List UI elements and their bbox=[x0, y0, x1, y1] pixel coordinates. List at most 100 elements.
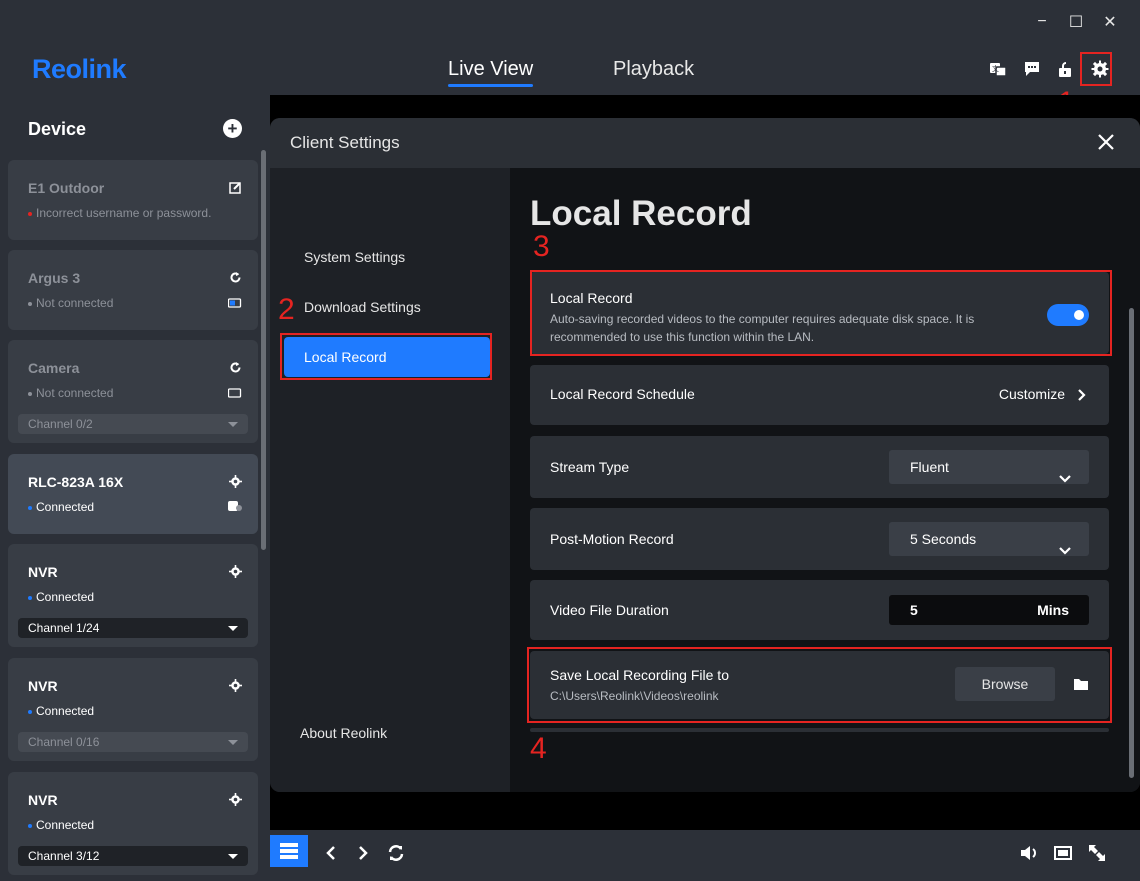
annotation-number-4: 4 bbox=[530, 732, 547, 765]
annotation-number-3: 3 bbox=[533, 230, 550, 263]
battery-icon bbox=[227, 385, 242, 398]
content-title: Local Record bbox=[530, 194, 752, 233]
layout-list-icon[interactable] bbox=[270, 835, 308, 867]
channel-select[interactable]: Channel 0/2 bbox=[18, 414, 248, 434]
nav-about-reolink[interactable]: About Reolink bbox=[280, 713, 486, 753]
gear-icon[interactable] bbox=[228, 678, 242, 692]
nav-system-settings[interactable]: System Settings bbox=[284, 237, 490, 277]
status-dot-icon bbox=[28, 391, 32, 396]
refresh-icon[interactable] bbox=[228, 270, 242, 284]
device-status: Not connected bbox=[28, 386, 113, 400]
next-icon[interactable] bbox=[350, 840, 376, 866]
device-card-argus-3[interactable]: Argus 3 Not connected bbox=[8, 250, 258, 330]
post-motion-label: Post-Motion Record bbox=[550, 531, 674, 547]
schedule-label: Local Record Schedule bbox=[550, 386, 695, 402]
reolink-logo: Reolink bbox=[32, 54, 127, 84]
channel-select[interactable]: Channel 1/24 bbox=[18, 618, 248, 638]
fullscreen-icon[interactable] bbox=[1084, 840, 1110, 866]
post-motion-record-row: Post-Motion Record 5 Seconds bbox=[530, 508, 1109, 570]
next-row-peek bbox=[530, 728, 1109, 732]
active-tab-indicator bbox=[448, 84, 533, 87]
chevron-down-icon bbox=[1059, 534, 1071, 555]
annotation-number-2: 2 bbox=[278, 293, 295, 326]
device-card-nvr-1[interactable]: NVR Connected Channel 1/24 bbox=[8, 544, 258, 647]
connected-dot-icon bbox=[28, 709, 32, 714]
bottom-toolbar bbox=[270, 830, 1140, 881]
unlock-icon[interactable] bbox=[1056, 58, 1076, 80]
dialog-header: Client Settings bbox=[270, 118, 1140, 168]
device-name: NVR bbox=[28, 678, 58, 694]
device-card-e1-outdoor[interactable]: E1 Outdoor Incorrect username or passwor… bbox=[8, 160, 258, 240]
error-dot-icon bbox=[28, 211, 32, 216]
gear-icon[interactable] bbox=[228, 792, 242, 806]
device-status: Incorrect username or password. bbox=[28, 206, 211, 220]
chevron-right-icon bbox=[1077, 388, 1087, 401]
video-file-duration-row: Video File Duration 5 Mins bbox=[530, 580, 1109, 640]
maximize-button[interactable]: ☐ bbox=[1068, 12, 1084, 32]
dialog-title: Client Settings bbox=[290, 133, 400, 152]
refresh-icon[interactable] bbox=[228, 360, 242, 374]
device-status: Not connected bbox=[28, 296, 113, 310]
device-name: E1 Outdoor bbox=[28, 180, 105, 196]
device-card-camera[interactable]: Camera Not connected Channel 0/2 bbox=[8, 340, 258, 443]
window-mode-icon[interactable] bbox=[1050, 840, 1076, 866]
svg-text:文: 文 bbox=[992, 64, 999, 73]
minimize-button[interactable]: − bbox=[1034, 12, 1050, 32]
post-motion-select[interactable]: 5 Seconds bbox=[889, 522, 1089, 556]
add-device-icon[interactable]: + bbox=[223, 119, 242, 138]
duration-value: 5 bbox=[910, 602, 918, 618]
device-name: RLC-823A 16X bbox=[28, 474, 124, 490]
stream-type-select[interactable]: Fluent bbox=[889, 450, 1089, 484]
settings-nav: System Settings Download Settings Local … bbox=[270, 168, 510, 792]
annotation-box-save-path bbox=[527, 647, 1112, 723]
sidebar-scrollbar[interactable] bbox=[261, 150, 266, 550]
close-dialog-icon[interactable] bbox=[1096, 132, 1116, 152]
stream-type-row: Stream Type Fluent bbox=[530, 436, 1109, 498]
caret-down-icon bbox=[228, 854, 238, 859]
close-window-button[interactable]: ✕ bbox=[1102, 12, 1118, 32]
device-status: Connected bbox=[28, 500, 94, 514]
device-status: Connected bbox=[28, 704, 94, 718]
connected-dot-icon bbox=[28, 505, 32, 510]
battery-icon bbox=[227, 295, 242, 308]
device-sidebar: Device + E1 Outdoor Incorrect username o… bbox=[0, 95, 270, 881]
channel-select[interactable]: Channel 0/16 bbox=[18, 732, 248, 752]
device-card-rlc-823a[interactable]: RLC-823A 16X Connected bbox=[8, 454, 258, 534]
tab-playback[interactable]: Playback bbox=[613, 58, 694, 81]
annotation-box-local-record-nav bbox=[280, 333, 492, 380]
edit-icon[interactable] bbox=[228, 180, 242, 194]
gear-icon[interactable] bbox=[228, 474, 242, 488]
window-controls: − ☐ ✕ bbox=[1034, 12, 1118, 32]
device-name: Argus 3 bbox=[28, 270, 81, 286]
message-icon[interactable] bbox=[1022, 58, 1042, 80]
sync-icon[interactable] bbox=[383, 840, 409, 866]
device-card-nvr-2[interactable]: NVR Connected Channel 0/16 bbox=[8, 658, 258, 761]
volume-icon[interactable] bbox=[1016, 840, 1042, 866]
duration-input[interactable]: 5 Mins bbox=[889, 595, 1089, 625]
gear-icon[interactable] bbox=[228, 564, 242, 578]
translate-icon[interactable]: 文 bbox=[988, 58, 1008, 80]
duration-unit: Mins bbox=[1037, 602, 1069, 618]
tab-live-view[interactable]: Live View bbox=[448, 58, 533, 81]
connected-dot-icon bbox=[28, 595, 32, 600]
annotation-box-settings bbox=[1080, 52, 1112, 86]
device-card-nvr-3[interactable]: NVR Connected Channel 3/12 bbox=[8, 772, 258, 875]
storage-icon bbox=[228, 499, 242, 511]
sidebar-title: Device bbox=[28, 119, 87, 139]
reolink-client-window: − ☐ ✕ Reolink Live View Playback 文 1 Dev… bbox=[0, 0, 1140, 881]
content-scrollbar[interactable] bbox=[1129, 308, 1134, 778]
caret-down-icon bbox=[228, 626, 238, 631]
stream-type-label: Stream Type bbox=[550, 459, 630, 475]
nav-download-settings[interactable]: Download Settings bbox=[284, 287, 490, 327]
caret-down-icon bbox=[228, 422, 238, 427]
duration-label: Video File Duration bbox=[550, 602, 669, 618]
local-record-schedule-row[interactable]: Local Record Schedule Customize bbox=[530, 365, 1109, 425]
annotation-box-local-record-toggle bbox=[530, 270, 1112, 356]
chevron-down-icon bbox=[1059, 462, 1071, 483]
previous-icon[interactable] bbox=[318, 840, 344, 866]
caret-down-icon bbox=[228, 740, 238, 745]
device-name: Camera bbox=[28, 360, 80, 376]
device-status: Connected bbox=[28, 590, 94, 604]
status-dot-icon bbox=[28, 301, 32, 306]
channel-select[interactable]: Channel 3/12 bbox=[18, 846, 248, 866]
